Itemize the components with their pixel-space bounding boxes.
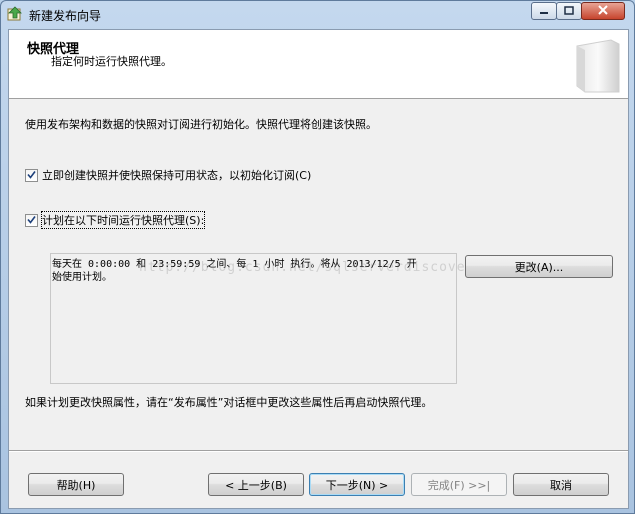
schedule-line: 始使用计划。	[52, 272, 112, 283]
create-snapshot-label: 立即创建快照并使快照保持可用状态，以初始化订阅(C)	[42, 169, 312, 182]
minimize-button[interactable]	[531, 2, 557, 20]
server-graphic-icon	[571, 36, 621, 94]
description-text: 使用发布架构和数据的快照对订阅进行初始化。快照代理将创建该快照。	[25, 118, 377, 131]
page-subtitle: 指定何时运行快照代理。	[51, 55, 172, 68]
schedule-description: 每天在 0:00:00 和 23:59:59 之间、每 1 小时 执行。将从 2…	[50, 253, 457, 384]
close-icon	[597, 4, 609, 18]
option-create-snapshot[interactable]: 立即创建快照并使快照保持可用状态，以初始化订阅(C)	[25, 167, 311, 183]
option-schedule-snapshot[interactable]: 计划在以下时间运行快照代理(S):	[25, 211, 206, 229]
checkmark-icon	[27, 214, 36, 227]
wizard-window: 新建发布向导 快照代理 指定何时运行快照代理。 使用发布架构和数据的快照对订阅进…	[0, 0, 635, 514]
schedule-snapshot-label: 计划在以下时间运行快照代理(S):	[40, 211, 206, 229]
maximize-button[interactable]	[556, 2, 582, 20]
footer-note: 如果计划更改快照属性，请在“发布属性”对话框中更改这些属性后再启动快照代理。	[25, 396, 433, 409]
schedule-snapshot-checkbox[interactable]	[25, 213, 38, 227]
checkmark-icon	[27, 169, 36, 182]
wizard-app-icon	[7, 6, 23, 22]
schedule-line: 每天在 0:00:00 和 23:59:59 之间、每 1 小时 执行。将从 2…	[52, 259, 417, 270]
cancel-button[interactable]: 取消	[513, 473, 609, 496]
help-button[interactable]: 帮助(H)	[28, 473, 124, 496]
finish-button[interactable]: 完成(F) >>|	[411, 473, 507, 496]
create-snapshot-checkbox[interactable]	[25, 168, 38, 182]
close-button[interactable]	[581, 2, 625, 20]
title-bar[interactable]: 新建发布向导	[1, 1, 634, 27]
back-button[interactable]: < 上一步(B)	[208, 473, 304, 496]
window-title: 新建发布向导	[29, 9, 102, 23]
wizard-footer: 帮助(H) < 上一步(B) 下一步(N) > 完成(F) >>| 取消	[9, 452, 628, 508]
maximize-icon	[564, 5, 574, 18]
wizard-header: 快照代理 指定何时运行快照代理。	[9, 30, 628, 99]
next-button[interactable]: 下一步(N) >	[309, 473, 405, 496]
wizard-client-area: 快照代理 指定何时运行快照代理。 使用发布架构和数据的快照对订阅进行初始化。快照…	[8, 29, 629, 509]
minimize-icon	[539, 5, 549, 18]
change-schedule-button[interactable]: 更改(A)...	[465, 255, 613, 278]
